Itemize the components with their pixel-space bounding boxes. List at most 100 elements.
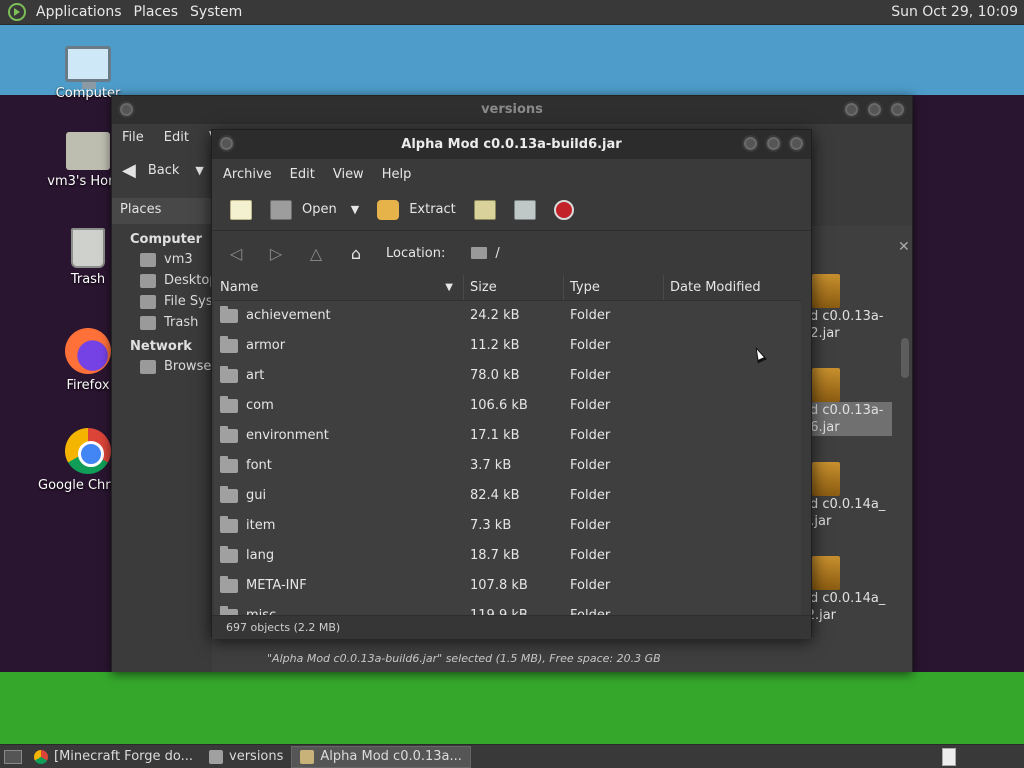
sidebar-item-label: File System xyxy=(164,294,212,309)
file-item[interactable]: od c0.0.13a- d2.jar xyxy=(802,274,892,342)
clock[interactable]: Sun Oct 29, 10:09 xyxy=(891,0,1018,25)
sort-descending-icon: ▼ xyxy=(445,282,453,293)
vertical-scrollbar[interactable] xyxy=(900,268,910,648)
taskbar-item-chrome[interactable]: [Minecraft Forge do... xyxy=(26,746,201,768)
taskbar: [Minecraft Forge do... versions Alpha Mo… xyxy=(0,744,1024,768)
row-size: 11.2 kB xyxy=(470,338,520,353)
table-row[interactable]: META-INF 107.8 kB Folder xyxy=(214,571,801,601)
column-header-name[interactable]: Name ▼ xyxy=(214,275,464,300)
location-path-text: / xyxy=(495,245,500,261)
sidebar-item-filesystem[interactable]: File System xyxy=(112,291,212,312)
menu-archive[interactable]: Archive xyxy=(214,167,281,182)
window-title[interactable]: Alpha Mod c0.0.13a-build6.jar xyxy=(212,130,811,159)
table-row[interactable]: misc 119.9 kBFolder xyxy=(214,601,801,615)
extract-button[interactable]: Extract xyxy=(371,196,462,224)
add-folder-button[interactable] xyxy=(508,196,542,224)
sidebar-item-trash[interactable]: Trash xyxy=(112,312,212,333)
file-item[interactable]: od c0.0.14a_ 3.jar xyxy=(802,462,892,530)
sidebar-item-label: Desktop xyxy=(164,273,212,288)
row-size: 119.9 kB xyxy=(464,601,564,615)
open-dropdown-chevron-icon[interactable]: ▼ xyxy=(351,203,359,216)
column-headers: Name ▼ Size Type Date Modified xyxy=(214,275,801,301)
up-arrow-icon[interactable]: △ xyxy=(304,244,328,263)
menu-applications[interactable]: Applications xyxy=(30,0,128,25)
table-row[interactable]: environment 17.1 kB Folder xyxy=(214,421,801,451)
row-size: 18.7 kB xyxy=(470,548,520,563)
file-item-selected[interactable]: od c0.0.13a- d6.jar xyxy=(802,368,892,436)
new-archive-button[interactable] xyxy=(224,196,258,224)
row-name: com xyxy=(246,398,274,413)
file-item[interactable]: od c0.0.14a_ -2.jar xyxy=(802,556,892,624)
folder-icon xyxy=(220,456,238,473)
column-header-type[interactable]: Type xyxy=(564,275,664,300)
desktop-icon-computer[interactable]: Computer xyxy=(38,46,138,101)
taskbar-item-versions[interactable]: versions xyxy=(201,746,291,768)
menu-edit[interactable]: Edit xyxy=(154,130,199,145)
table-row[interactable]: font 3.7 kB Folder xyxy=(214,451,801,481)
table-row[interactable]: lang 18.7 kB Folder xyxy=(214,541,801,571)
close-button[interactable] xyxy=(788,135,805,152)
mate-logo-icon[interactable] xyxy=(8,3,26,21)
stop-button[interactable] xyxy=(548,196,580,224)
trash-icon xyxy=(140,315,156,330)
location-label: Location: xyxy=(386,245,446,261)
taskbar-item-archive[interactable]: Alpha Mod c0.0.13a... xyxy=(291,745,471,768)
home-icon xyxy=(140,252,156,267)
sidebar-item-browse-network[interactable]: Browse Network xyxy=(112,356,212,377)
table-row[interactable]: armor 11.2 kB Folder xyxy=(214,331,801,361)
minimize-button[interactable] xyxy=(843,101,860,118)
row-type: Folder xyxy=(570,458,611,473)
file-label: od c0.0.13a- xyxy=(802,309,884,324)
window-menu-button[interactable] xyxy=(118,101,135,118)
window-menu-button[interactable] xyxy=(218,135,235,152)
back-history-chevron-icon[interactable]: ▼ xyxy=(195,164,203,177)
window-title[interactable]: versions xyxy=(112,96,912,124)
show-desktop-button[interactable] xyxy=(4,749,22,764)
table-row[interactable]: achievement 24.2 kB Folder xyxy=(214,301,801,331)
sidebar-item-vm3[interactable]: vm3 xyxy=(112,249,212,270)
menu-places[interactable]: Places xyxy=(128,0,185,25)
row-name: armor xyxy=(246,338,286,353)
back-button[interactable]: ◀ Back ▼ xyxy=(122,160,204,181)
row-name: misc xyxy=(246,601,276,615)
table-row[interactable]: item 7.3 kB Folder xyxy=(214,511,801,541)
location-path[interactable]: / xyxy=(471,245,500,261)
menu-view[interactable]: View xyxy=(324,167,373,182)
menu-system[interactable]: System xyxy=(184,0,248,25)
scrollbar-thumb[interactable] xyxy=(901,338,909,378)
table-row[interactable]: com 106.6 kB Folder xyxy=(214,391,801,421)
open-button[interactable]: Open ▼ xyxy=(264,196,365,224)
row-name: gui xyxy=(246,488,267,503)
row-type: Folder xyxy=(570,338,611,353)
table-row[interactable]: art 78.0 kB Folder xyxy=(214,361,801,391)
places-label[interactable]: Places xyxy=(112,198,212,224)
row-size: 17.1 kB xyxy=(470,428,520,443)
workspace-switcher-icon[interactable] xyxy=(942,748,956,766)
menu-file[interactable]: File xyxy=(112,130,154,145)
forward-arrow-icon[interactable]: ▷ xyxy=(264,244,288,263)
back-arrow-icon[interactable]: ◁ xyxy=(224,244,248,263)
jar-file-icon xyxy=(812,368,840,402)
sidebar-heading-computer: Computer xyxy=(130,232,203,247)
close-button[interactable] xyxy=(889,101,906,118)
chrome-icon xyxy=(65,428,111,474)
menu-help[interactable]: Help xyxy=(373,167,421,182)
folder-icon xyxy=(220,486,238,503)
maximize-button[interactable] xyxy=(765,135,782,152)
sidebar-item-desktop[interactable]: Desktop xyxy=(112,270,212,291)
home-icon[interactable]: ⌂ xyxy=(344,244,368,263)
open-label: Open xyxy=(302,202,337,217)
minimize-button[interactable] xyxy=(742,135,759,152)
add-files-button[interactable] xyxy=(468,196,502,224)
column-header-date[interactable]: Date Modified xyxy=(664,275,801,300)
maximize-button[interactable] xyxy=(866,101,883,118)
row-size: 7.3 kB xyxy=(470,518,512,533)
extract-icon xyxy=(377,199,400,220)
table-row[interactable]: gui 82.4 kB Folder xyxy=(214,481,801,511)
wallpaper-sky xyxy=(0,25,1024,95)
status-bar: 697 objects (2.2 MB) xyxy=(212,615,811,639)
column-header-size[interactable]: Size xyxy=(464,275,564,300)
menu-edit[interactable]: Edit xyxy=(281,167,324,182)
window-title-text: Alpha Mod c0.0.13a-build6.jar xyxy=(401,137,622,152)
folder-icon xyxy=(220,576,238,593)
